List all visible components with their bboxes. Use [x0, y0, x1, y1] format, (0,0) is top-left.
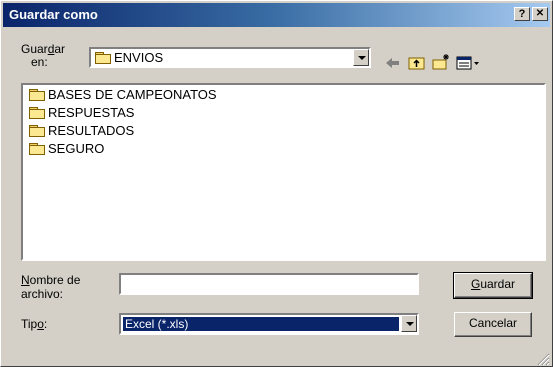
resize-grip-icon[interactable] — [537, 353, 550, 366]
help-button[interactable]: ? — [514, 7, 530, 21]
save-button[interactable]: Guardar — [453, 272, 533, 299]
filetype-label: Tipo: — [21, 317, 48, 331]
folder-icon — [29, 107, 45, 119]
view-menu-icon[interactable] — [455, 53, 481, 73]
filename-input[interactable] — [119, 273, 419, 295]
list-item[interactable]: BASES DE CAMPEONATOS — [29, 86, 217, 104]
dialog-title: Guardar como — [9, 7, 98, 22]
chevron-down-icon — [358, 56, 366, 60]
back-arrow-icon[interactable] — [383, 53, 403, 73]
close-button[interactable]: ✕ — [532, 7, 548, 21]
list-item[interactable]: RESULTADOS — [29, 122, 134, 140]
filetype-dropdown-button[interactable] — [401, 315, 417, 332]
filename-label: Nombre de archivo: — [21, 273, 81, 301]
save-in-combo[interactable]: ENVIOS — [89, 47, 371, 68]
save-as-dialog: Guardar como ? ✕ Guardar en: ENVIOS BASE… — [0, 0, 553, 367]
title-bar[interactable]: Guardar como ? ✕ — [3, 3, 550, 27]
new-folder-icon[interactable] — [431, 53, 451, 73]
folder-icon — [29, 125, 45, 137]
folder-open-icon — [95, 52, 111, 64]
list-item[interactable]: RESPUESTAS — [29, 104, 134, 122]
filetype-select[interactable]: Excel (*.xls) — [119, 313, 419, 335]
up-folder-icon[interactable] — [407, 53, 427, 73]
file-list[interactable]: BASES DE CAMPEONATOS RESPUESTAS RESULTAD… — [21, 83, 546, 261]
save-in-label: Guardar en: — [21, 42, 66, 69]
filetype-value: Excel (*.xls) — [123, 317, 399, 331]
folder-icon — [29, 89, 45, 101]
chevron-down-icon — [406, 322, 414, 326]
folder-icon — [29, 143, 45, 155]
save-in-value: ENVIOS — [114, 50, 164, 65]
cancel-button[interactable]: Cancelar — [454, 312, 532, 337]
list-item[interactable]: SEGURO — [29, 140, 104, 158]
save-in-dropdown-button[interactable] — [353, 49, 369, 66]
